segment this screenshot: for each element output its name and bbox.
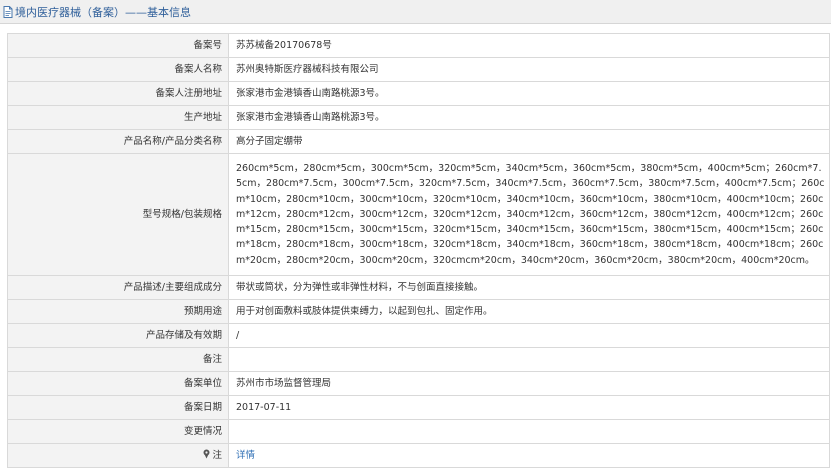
row-label: 生产地址: [7, 105, 229, 130]
page-header: 境内医疗器械（备案）——基本信息: [0, 0, 831, 24]
table-row: 生产地址 张家港市金港镇香山南路桃源3号。: [7, 105, 830, 130]
row-value: 张家港市金港镇香山南路桃源3号。: [228, 105, 830, 130]
table-row: 型号规格/包装规格 260cm*5cm，280cm*5cm，300cm*5cm，…: [7, 153, 830, 276]
table-row: 变更情况: [7, 419, 830, 444]
row-value: 用于对创面敷料或肢体提供束缚力，以起到包扎、固定作用。: [228, 299, 830, 324]
note-label: 注: [7, 443, 229, 468]
row-value: [228, 419, 830, 444]
row-label: 备注: [7, 347, 229, 372]
table-row: 备案日期 2017-07-11: [7, 395, 830, 420]
row-value: 苏州奥特斯医疗器械科技有限公司: [228, 57, 830, 82]
row-value: 带状或筒状，分为弹性或非弹性材料，不与创面直接接触。: [228, 275, 830, 300]
row-label: 变更情况: [7, 419, 229, 444]
row-label: 备案人注册地址: [7, 81, 229, 106]
row-value: 高分子固定绷带: [228, 129, 830, 154]
info-table: 备案号 苏苏械备20170678号 备案人名称 苏州奥特斯医疗器械科技有限公司 …: [7, 33, 830, 468]
pin-icon: [202, 449, 211, 459]
row-value: [228, 347, 830, 372]
table-row: 备案号 苏苏械备20170678号: [7, 33, 830, 58]
details-link[interactable]: 详情: [236, 450, 255, 461]
row-label: 备案日期: [7, 395, 229, 420]
table-row: 备案人名称 苏州奥特斯医疗器械科技有限公司: [7, 57, 830, 82]
row-label: 产品存储及有效期: [7, 323, 229, 348]
row-label: 备案人名称: [7, 57, 229, 82]
row-value: 2017-07-11: [228, 395, 830, 420]
spec-text: 260cm*5cm，280cm*5cm，300cm*5cm，320cm*5cm，…: [236, 163, 825, 266]
table-row: 预期用途 用于对创面敷料或肢体提供束缚力，以起到包扎、固定作用。: [7, 299, 830, 324]
row-value: 苏州市市场监督管理局: [228, 371, 830, 396]
row-label: 产品名称/产品分类名称: [7, 129, 229, 154]
document-icon: [3, 5, 13, 18]
row-label: 产品描述/主要组成成分: [7, 275, 229, 300]
row-label: 型号规格/包装规格: [7, 153, 229, 276]
table-row: 备案人注册地址 张家港市金港镇香山南路桃源3号。: [7, 81, 830, 106]
table-row: 产品存储及有效期 /: [7, 323, 830, 348]
row-value: 张家港市金港镇香山南路桃源3号。: [228, 81, 830, 106]
row-value: 260cm*5cm，280cm*5cm，300cm*5cm，320cm*5cm，…: [228, 153, 830, 276]
row-label: 备案单位: [7, 371, 229, 396]
note-label-text: 注: [212, 450, 222, 461]
row-value: 详情: [228, 443, 830, 468]
table-row: 备案单位 苏州市市场监督管理局: [7, 371, 830, 396]
row-value: /: [228, 323, 830, 348]
row-label: 备案号: [7, 33, 229, 58]
table-row: 备注: [7, 347, 830, 372]
table-row: 产品名称/产品分类名称 高分子固定绷带: [7, 129, 830, 154]
table-row: 产品描述/主要组成成分 带状或筒状，分为弹性或非弹性材料，不与创面直接接触。: [7, 275, 830, 300]
page-title: 境内医疗器械（备案）——基本信息: [15, 5, 191, 19]
table-row: 注 详情: [7, 443, 830, 468]
row-value: 苏苏械备20170678号: [228, 33, 830, 58]
row-label: 预期用途: [7, 299, 229, 324]
